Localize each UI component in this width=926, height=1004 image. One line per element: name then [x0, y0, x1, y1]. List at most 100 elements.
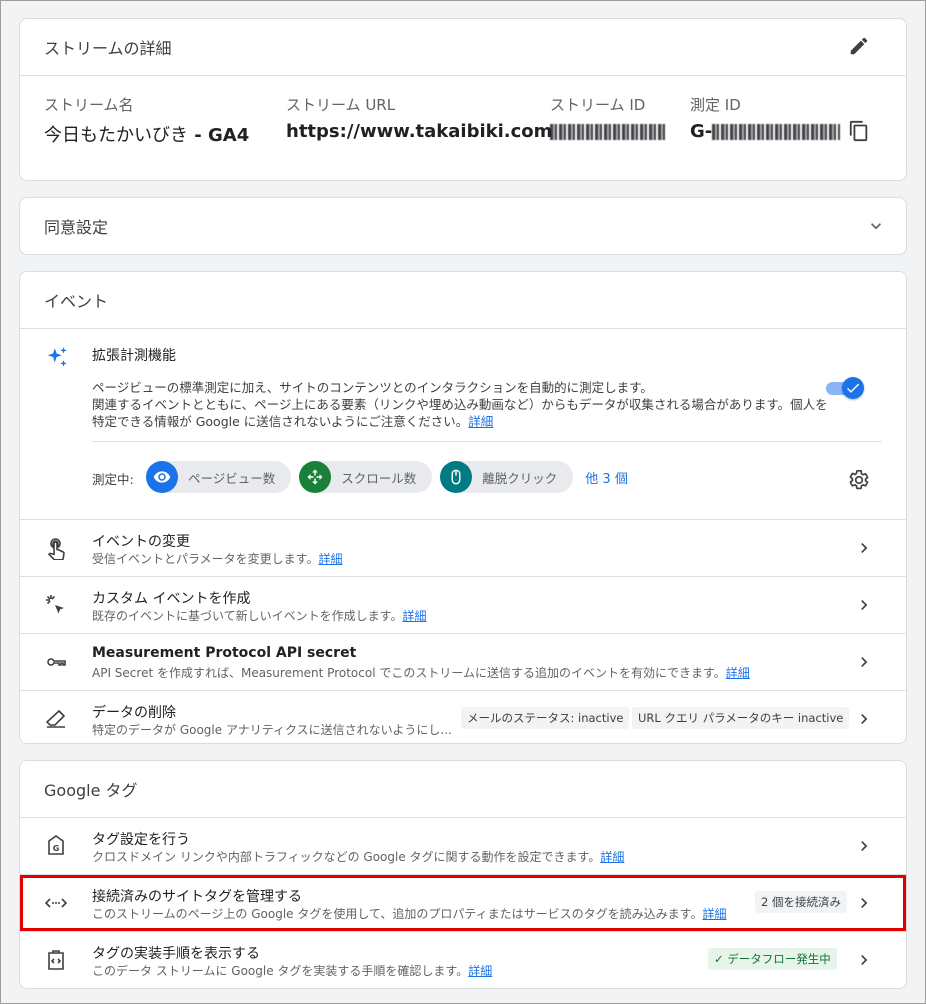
events-card: イベント 拡張計測機能 ページビューの標準測定に加え、サイトのコンテンツとのイン… [19, 271, 907, 744]
chip-outbound-clicks-label: 離脱クリック [482, 470, 558, 486]
row-configure-tag-settings-subtitle: クロスドメイン リンクや内部トラフィックなどの Google タグに関する動作を… [92, 848, 624, 865]
touch-icon [47, 538, 65, 560]
enhanced-desc-line3: 特定できる情報が Google に送信されないようにご注意ください。 [92, 414, 469, 429]
enhanced-details-link[interactable]: 詳細 [468, 414, 493, 429]
check-icon [847, 383, 860, 393]
edit-icon[interactable] [848, 35, 870, 57]
row-measurement-protocol[interactable]: Measurement Protocol API secret API Secr… [20, 634, 906, 691]
enhanced-measurement-section: 拡張計測機能 ページビューの標準測定に加え、サイトのコンテンツとのインタラクショ… [20, 329, 906, 520]
mouse-icon [440, 461, 473, 493]
eye-icon [146, 461, 178, 493]
row-configure-tag-settings[interactable]: G タグ設定を行う クロスドメイン リンクや内部トラフィックなどの Google… [20, 818, 906, 875]
row-create-custom-event-sub: 既存のイベントに基づいて新しいイベントを作成します。 [92, 609, 403, 623]
row-create-custom-event-link[interactable]: 詳細 [402, 609, 426, 623]
stream-details-header: ストリームの詳細 [20, 19, 906, 76]
google-tag-title: Google タグ [44, 781, 138, 800]
row-configure-tag-settings-title: タグ設定を行う [92, 832, 190, 848]
chip-outbound-clicks: 離脱クリック [440, 461, 574, 493]
row-manage-connected-site-tags-link[interactable]: 詳細 [702, 907, 726, 921]
stream-details-title: ストリームの詳細 [44, 39, 172, 58]
chevron-right-icon[interactable] [854, 893, 874, 913]
stream-url-field: ストリーム URL https://www.takaibiki.com [286, 94, 552, 142]
row-view-tag-instructions-sub: このデータ ストリームに Google タグを実装する手順を確認します。 [92, 964, 469, 978]
row-modify-events-sub: 受信イベントとパラメータを変更します。 [92, 552, 319, 566]
stream-name-value: 今日もたかいびき - GA4 [44, 121, 249, 147]
events-title: イベント [44, 292, 109, 311]
stream-name-suffix: - GA4 [188, 125, 250, 146]
row-data-redaction-title: データの削除 [92, 705, 176, 721]
enhanced-measurement-title: 拡張計測機能 [92, 348, 176, 364]
measured-events-chips: ページビュー数 スクロール数 離脱クリック 他 3 個 [146, 461, 628, 493]
row-create-custom-event[interactable]: カスタム イベントを作成 既存のイベントに基づいて新しいイベントを作成します。詳… [20, 577, 906, 634]
row-view-tag-instructions[interactable]: タグの実装手順を表示する このデータ ストリームに Google タグを実装する… [20, 932, 906, 988]
chevron-right-icon[interactable] [854, 538, 874, 558]
chevron-right-icon[interactable] [854, 836, 874, 856]
stream-id-field: ストリーム ID [550, 94, 666, 142]
stream-name-label: ストリーム名 [44, 96, 134, 114]
enhanced-measurement-description: ページビューの標準測定に加え、サイトのコンテンツとのインタラクションを自動的に測… [92, 379, 832, 430]
click-sparkle-icon [46, 595, 64, 614]
redacted-measurement-id [712, 124, 841, 140]
row-manage-connected-site-tags-sub: このストリームのページ上の Google タグを使用して、追加のプロパティまたは… [92, 907, 703, 921]
chevron-right-icon[interactable] [854, 709, 874, 729]
enhanced-divider [92, 441, 882, 442]
events-header: イベント [20, 272, 906, 329]
svg-text:G: G [53, 844, 60, 853]
copy-icon[interactable] [848, 120, 870, 142]
stream-url-label: ストリーム URL [286, 96, 396, 114]
chip-page-views: ページビュー数 [146, 461, 292, 493]
row-modify-events-link[interactable]: 詳細 [318, 552, 342, 566]
enhanced-desc-line3-wrap: 特定できる情報が Google に送信されないようにご注意ください。詳細 [92, 413, 832, 430]
sparkle-icon [47, 347, 67, 367]
row-measurement-protocol-sub: API Secret を作成すれば、Measurement Protocol で… [92, 666, 726, 680]
toggle-knob [842, 377, 864, 399]
enhanced-desc-line2: 関連するイベントとともに、ページ上にある要素（リンクや埋め込み動画など）からもデ… [92, 397, 828, 412]
row-view-tag-instructions-subtitle: このデータ ストリームに Google タグを実装する手順を確認します。詳細 [92, 962, 492, 979]
row-data-redaction-subtitle: 特定のデータが Google アナリティクスに送信されないようにし... [92, 723, 452, 737]
stream-name-field: ストリーム名 今日もたかいびき - GA4 [44, 94, 249, 147]
email-status-pill: メールのステータス: inactive [461, 707, 630, 729]
enhanced-measurement-toggle[interactable] [826, 377, 864, 399]
row-modify-events-title: イベントの変更 [92, 534, 190, 550]
connected-count-pill: 2 個を接続済み [755, 891, 847, 913]
row-measurement-protocol-title: Measurement Protocol API secret [92, 645, 357, 661]
chip-scrolls: スクロール数 [299, 461, 433, 493]
gear-icon[interactable] [848, 469, 870, 491]
measuring-label: 測定中: [92, 472, 134, 487]
eraser-icon [45, 709, 66, 728]
enhanced-desc-line1: ページビューの標準測定に加え、サイトのコンテンツとのインタラクションを自動的に測… [92, 380, 653, 395]
measurement-id-label: 測定 ID [690, 96, 741, 114]
google-tag-header: Google タグ [20, 761, 906, 818]
chip-scrolls-label: スクロール数 [341, 470, 417, 486]
stream-url-value: https://www.takaibiki.com [286, 121, 553, 142]
chevron-right-icon[interactable] [854, 950, 874, 970]
row-manage-connected-site-tags-title: 接続済みのサイトタグを管理する [92, 889, 302, 905]
chevron-right-icon[interactable] [854, 652, 874, 672]
stream-details-card: ストリームの詳細 ストリーム名 今日もたかいびき - GA4 ストリーム URL… [19, 18, 907, 181]
more-events-link[interactable]: 他 3 個 [585, 468, 628, 487]
row-data-redaction[interactable]: データの削除 特定のデータが Google アナリティクスに送信されないようにし… [20, 691, 906, 743]
data-flowing-pill: ✓ データフロー発生中 [708, 948, 837, 970]
row-configure-tag-settings-link[interactable]: 詳細 [600, 850, 624, 864]
chevron-down-icon[interactable] [866, 216, 886, 236]
consent-card[interactable]: 同意設定 [19, 197, 907, 255]
row-manage-connected-site-tags[interactable]: 接続済みのサイトタグを管理する このストリームのページ上の Google タグを… [20, 875, 906, 932]
consent-header[interactable]: 同意設定 [20, 198, 906, 254]
stream-details-body: ストリーム名 今日もたかいびき - GA4 ストリーム URL https://… [20, 76, 906, 180]
row-measurement-protocol-link[interactable]: 詳細 [726, 666, 750, 680]
row-modify-events-subtitle: 受信イベントとパラメータを変更します。詳細 [92, 550, 342, 567]
stream-name-text: 今日もたかいびき [44, 125, 188, 146]
row-view-tag-instructions-link[interactable]: 詳細 [468, 964, 492, 978]
google-tag-icon: G [48, 835, 64, 855]
measurement-id-value: G- [690, 121, 841, 142]
clipboard-code-icon [48, 950, 64, 970]
google-tag-card: Google タグ G タグ設定を行う クロスドメイン リンクや内部トラフィック… [19, 760, 907, 989]
url-query-status-pill: URL クエリ パラメータのキー inactive [632, 707, 850, 729]
row-measurement-protocol-subtitle: API Secret を作成すれば、Measurement Protocol で… [92, 664, 750, 681]
code-dots-icon [44, 898, 68, 908]
row-modify-events[interactable]: イベントの変更 受信イベントとパラメータを変更します。詳細 [20, 520, 906, 577]
row-manage-connected-site-tags-subtitle: このストリームのページ上の Google タグを使用して、追加のプロパティまたは… [92, 905, 727, 922]
row-view-tag-instructions-title: タグの実装手順を表示する [92, 946, 260, 962]
chevron-right-icon[interactable] [854, 595, 874, 615]
scroll-icon [299, 461, 332, 493]
